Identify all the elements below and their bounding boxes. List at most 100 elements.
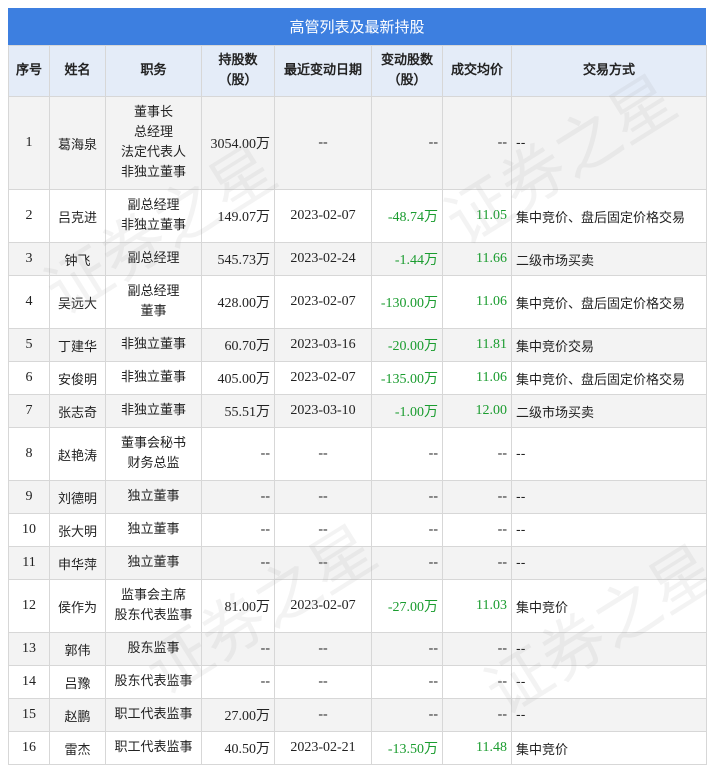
cell-shares: 428.00万 (201, 275, 275, 329)
cell-trade-method: 集中竞价交易 (511, 328, 707, 362)
cell-change-shares: -- (371, 513, 443, 547)
cell-trade-method: -- (511, 698, 707, 732)
cell-no: 15 (8, 698, 50, 732)
cell-no: 13 (8, 632, 50, 666)
executive-holdings-table: 序号 姓名 职务 持股数（股） 最近变动日期 变动股数（股） 成交均价 交易方式… (8, 45, 707, 765)
position-line: 财务总监 (127, 456, 180, 471)
cell-no: 7 (8, 394, 50, 428)
cell-name: 张志奇 (49, 394, 106, 428)
position-line: 独立董事 (127, 489, 180, 504)
cell-shares: 60.70万 (201, 328, 275, 362)
cell-trade-method: 集中竞价、盘后固定价格交易 (511, 275, 707, 329)
cell-change-shares: -135.00万 (371, 361, 443, 395)
cell-avg-price: 11.05 (442, 189, 512, 243)
cell-name: 吴远大 (49, 275, 106, 329)
position-line: 非独立董事 (120, 337, 186, 352)
cell-shares: 81.00万 (201, 579, 275, 633)
cell-position: 独立董事 (105, 546, 202, 580)
cell-name: 钟飞 (49, 242, 106, 276)
table-row: 12 侯作为 监事会主席 股东代表监事 81.00万 2023-02-07 -27.00万 1… (8, 579, 707, 633)
table-title: 高管列表及最新持股 (8, 8, 706, 45)
cell-name: 赵艳涛 (49, 427, 106, 481)
cell-avg-price: -- (442, 698, 512, 732)
cell-change-date: -- (274, 480, 372, 514)
cell-position: 副总经理 非独立董事 (105, 189, 202, 243)
cell-trade-method: 集中竞价 (511, 731, 707, 765)
table-row: 1 葛海泉 董事长 总经理 法定代表人 非独立董事 3054.00万 -- -- -- -- (8, 96, 707, 190)
cell-trade-method: -- (511, 480, 707, 514)
cell-change-date: 2023-02-24 (274, 242, 372, 276)
position-line: 监事会主席 (120, 588, 186, 603)
cell-shares: 149.07万 (201, 189, 275, 243)
table-row: 14 吕豫 股东代表监事 -- -- -- -- -- (8, 665, 707, 699)
cell-no: 11 (8, 546, 50, 580)
position-line: 非独立董事 (120, 403, 186, 418)
cell-trade-method: 集中竞价、盘后固定价格交易 (511, 189, 707, 243)
cell-shares: 405.00万 (201, 361, 275, 395)
position-line: 职工代表监事 (114, 707, 193, 722)
cell-name: 申华萍 (49, 546, 106, 580)
cell-position: 非独立董事 (105, 328, 202, 362)
cell-name: 张大明 (49, 513, 106, 547)
cell-trade-method: -- (511, 665, 707, 699)
column-header-avg-price: 成交均价 (442, 45, 512, 97)
cell-name: 郭伟 (49, 632, 106, 666)
cell-change-date: 2023-02-07 (274, 275, 372, 329)
cell-position: 董事长 总经理 法定代表人 非独立董事 (105, 96, 202, 190)
cell-shares: 27.00万 (201, 698, 275, 732)
cell-change-shares: -- (371, 698, 443, 732)
cell-shares: -- (201, 665, 275, 699)
cell-name: 赵鹏 (49, 698, 106, 732)
cell-avg-price: 11.66 (442, 242, 512, 276)
cell-position: 独立董事 (105, 513, 202, 547)
cell-position: 董事会秘书 财务总监 (105, 427, 202, 481)
table-row: 5 丁建华 非独立董事 60.70万 2023-03-16 -20.00万 11.81 集中竞… (8, 328, 707, 362)
cell-avg-price: 11.06 (442, 275, 512, 329)
cell-change-date: 2023-02-21 (274, 731, 372, 765)
table-row: 10 张大明 独立董事 -- -- -- -- -- (8, 513, 707, 547)
table-row: 16 雷杰 职工代表监事 40.50万 2023-02-21 -13.50万 11.48 集中… (8, 731, 707, 765)
cell-trade-method: 二级市场买卖 (511, 394, 707, 428)
cell-change-shares: -- (371, 96, 443, 190)
cell-position: 非独立董事 (105, 361, 202, 395)
position-line: 法定代表人 (120, 145, 186, 160)
cell-no: 5 (8, 328, 50, 362)
column-header-trade-method: 交易方式 (511, 45, 707, 97)
cell-trade-method: 二级市场买卖 (511, 242, 707, 276)
cell-change-date: -- (274, 513, 372, 547)
cell-name: 安俊明 (49, 361, 106, 395)
cell-no: 2 (8, 189, 50, 243)
position-line: 董事长 (133, 105, 173, 120)
table-row: 7 张志奇 非独立董事 55.51万 2023-03-10 -1.00万 12.00 二级市场… (8, 394, 707, 428)
position-line: 股东代表监事 (114, 608, 193, 623)
cell-trade-method: 集中竞价 (511, 579, 707, 633)
position-line: 副总经理 (127, 251, 180, 266)
cell-trade-method: -- (511, 513, 707, 547)
cell-position: 股东代表监事 (105, 665, 202, 699)
cell-name: 吕克进 (49, 189, 106, 243)
cell-change-date: 2023-02-07 (274, 579, 372, 633)
cell-change-shares: -130.00万 (371, 275, 443, 329)
cell-position: 独立董事 (105, 480, 202, 514)
position-line: 股东代表监事 (114, 674, 193, 689)
cell-change-shares: -13.50万 (371, 731, 443, 765)
position-line: 非独立董事 (120, 370, 186, 385)
table-row: 9 刘德明 独立董事 -- -- -- -- -- (8, 480, 707, 514)
cell-change-shares: -27.00万 (371, 579, 443, 633)
position-line: 职工代表监事 (114, 740, 193, 755)
cell-no: 9 (8, 480, 50, 514)
cell-position: 监事会主席股东代表监事 (105, 579, 202, 633)
cell-shares: -- (201, 427, 275, 481)
cell-shares: -- (201, 480, 275, 514)
cell-shares: -- (201, 546, 275, 580)
cell-avg-price: 11.06 (442, 361, 512, 395)
cell-name: 刘德明 (49, 480, 106, 514)
cell-change-shares: -48.74万 (371, 189, 443, 243)
cell-change-shares: -20.00万 (371, 328, 443, 362)
cell-position: 职工代表监事 (105, 731, 202, 765)
cell-trade-method: -- (511, 546, 707, 580)
position-line: 独立董事 (127, 555, 180, 570)
cell-avg-price: -- (442, 480, 512, 514)
table-row: 2 吕克进 副总经理 非独立董事 149.07万 2023-02-07 -48.74万 11.… (8, 189, 707, 243)
cell-trade-method: 集中竞价、盘后固定价格交易 (511, 361, 707, 395)
